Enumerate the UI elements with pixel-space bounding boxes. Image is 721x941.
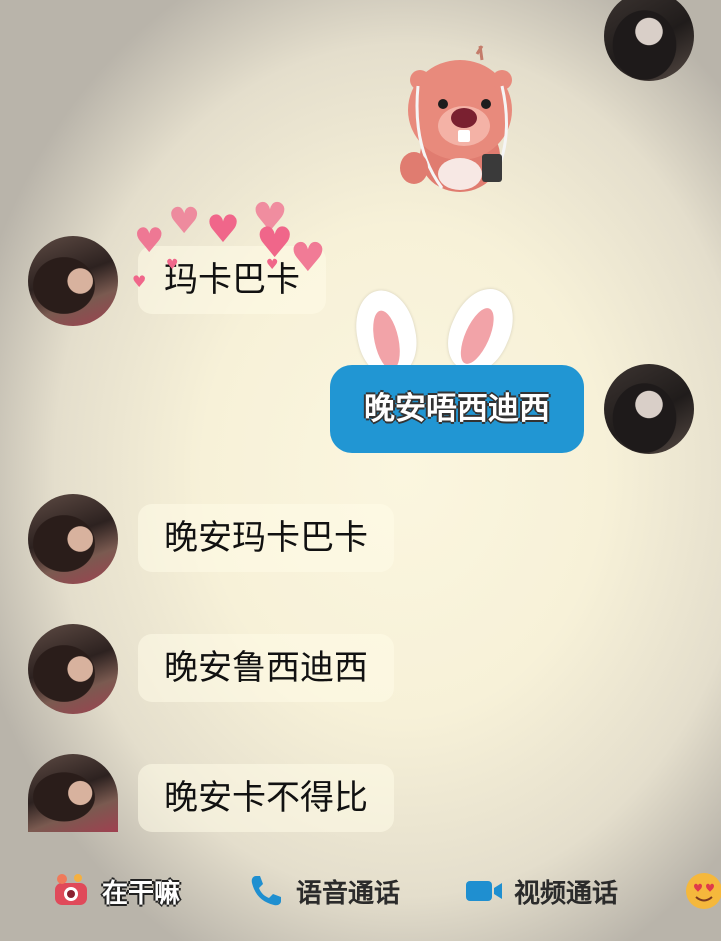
- avatar[interactable]: [28, 624, 118, 714]
- chat-area: 玛卡巴卡 ♥ ♥ ♥ ♥ ♥ ♥ ♥ ♥ ♥ 晚安唔西迪西 晚安玛卡巴卡 晚安鲁…: [0, 0, 721, 835]
- voice-call-label: 语音通话: [296, 878, 401, 909]
- doing-button[interactable]: 在干嘛: [52, 868, 180, 914]
- message-text: 晚安鲁西迪西: [164, 648, 368, 688]
- doing-label: 在干嘛: [102, 878, 181, 909]
- avatar[interactable]: [28, 754, 118, 832]
- avatar[interactable]: [604, 0, 694, 81]
- avatar[interactable]: [28, 236, 118, 326]
- message-bubble-sent[interactable]: 晚安唔西迪西: [330, 365, 584, 453]
- message-bubble-received[interactable]: 晚安卡不得比: [138, 764, 394, 832]
- video-camera-icon: [464, 871, 504, 911]
- emoji-button[interactable]: [684, 868, 721, 914]
- message-bubble-received[interactable]: 晚安鲁西迪西: [138, 634, 394, 702]
- message-text: 晚安玛卡巴卡: [164, 518, 368, 558]
- hearts-decoration: ♥ ♥ ♥ ♥ ♥ ♥ ♥ ♥ ♥: [132, 195, 326, 291]
- voice-call-button[interactable]: 语音通话: [246, 868, 400, 914]
- message-text: 晚安唔西迪西: [364, 391, 550, 427]
- video-call-button[interactable]: 视频通话: [464, 868, 618, 914]
- message-text: 晚安卡不得比: [164, 778, 368, 818]
- beaver-sticker[interactable]: [398, 38, 522, 194]
- message-bubble-received[interactable]: 晚安玛卡巴卡: [138, 504, 394, 572]
- phone-icon: [246, 871, 286, 911]
- emoji-heart-eyes-icon: [684, 871, 721, 911]
- avatar[interactable]: [28, 494, 118, 584]
- bottom-toolbar: 在干嘛 语音通话 视频通话: [0, 840, 721, 940]
- avatar[interactable]: [604, 364, 694, 454]
- camera-sticker-icon: [52, 871, 92, 911]
- video-call-label: 视频通话: [514, 878, 619, 909]
